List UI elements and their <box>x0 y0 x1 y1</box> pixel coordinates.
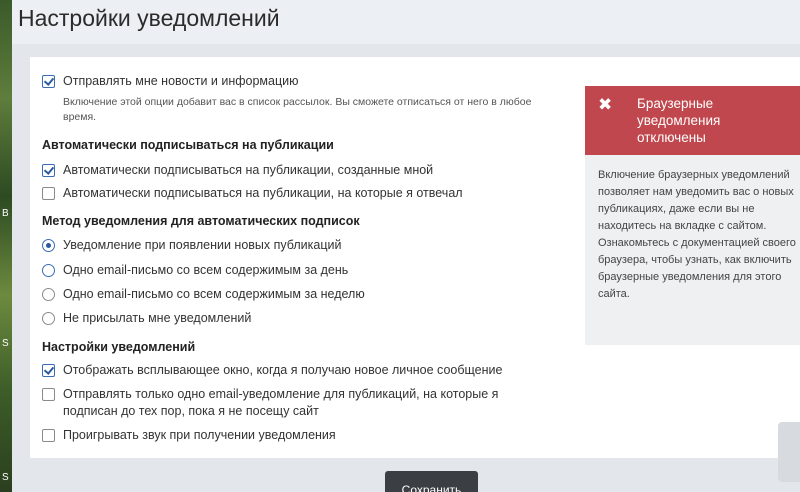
background-fragment: S <box>2 472 9 483</box>
save-button[interactable]: Сохранить <box>385 471 478 492</box>
method-radio-none[interactable] <box>42 312 55 325</box>
alert-body: Включение браузерных уведомлений позволя… <box>585 155 800 345</box>
auto-subscribe-own-row[interactable]: Автоматически подписываться на публикаци… <box>42 162 562 179</box>
auto-subscribe-own-checkbox[interactable] <box>42 164 55 177</box>
alert-title: Браузерные уведомления отключены <box>637 96 721 145</box>
method-option-instant[interactable]: Уведомление при появлении новых публикац… <box>42 237 562 254</box>
background-fragment: B <box>2 208 9 219</box>
auto-subscribe-replied-label: Автоматически подписываться на публикаци… <box>63 186 463 200</box>
play-sound-label: Проигрывать звук при получении уведомлен… <box>63 428 336 442</box>
single-email-checkbox[interactable] <box>42 388 55 401</box>
auto-subscribe-replied-checkbox[interactable] <box>42 187 55 200</box>
popup-message-row[interactable]: Отображать всплывающее окно, когда я пол… <box>42 362 562 379</box>
browser-notifications-alert: ✖ Браузерные уведомления отключены <box>585 86 800 155</box>
scroll-handle[interactable] <box>778 422 800 482</box>
method-option-weekly[interactable]: Одно email-письмо со всем содержимым за … <box>42 286 562 303</box>
method-label-none: Не присылать мне уведомлений <box>63 311 252 325</box>
method-radio-weekly[interactable] <box>42 288 55 301</box>
single-email-row[interactable]: Отправлять только одно email-уведомление… <box>42 386 562 420</box>
background-fragment: S <box>2 338 9 349</box>
popup-message-label: Отображать всплывающее окно, когда я пол… <box>63 363 503 377</box>
play-sound-checkbox[interactable] <box>42 429 55 442</box>
method-title: Метод уведомления для автоматических под… <box>42 214 360 228</box>
auto-subscribe-own-label: Автоматически подписываться на публикаци… <box>63 163 434 177</box>
background-image-strip: B S S <box>0 0 12 492</box>
settings-title: Настройки уведомлений <box>42 340 196 354</box>
page-title: Настройки уведомлений <box>18 5 280 31</box>
alert-text: Включение браузерных уведомлений позволя… <box>598 169 796 300</box>
close-icon: ✖ <box>598 95 613 115</box>
method-radio-instant[interactable] <box>42 239 55 252</box>
method-label-weekly: Одно email-письмо со всем содержимым за … <box>63 287 365 301</box>
method-radio-daily[interactable] <box>42 264 55 277</box>
newsletter-checkbox[interactable] <box>42 75 55 88</box>
method-option-none[interactable]: Не присылать мне уведомлений <box>42 310 562 327</box>
page-header: Настройки уведомлений <box>12 0 800 44</box>
method-label-daily: Одно email-письмо со всем содержимым за … <box>63 263 349 277</box>
method-option-daily[interactable]: Одно email-письмо со всем содержимым за … <box>42 262 562 279</box>
newsletter-label: Отправлять мне новости и информацию <box>63 74 299 88</box>
single-email-label: Отправлять только одно email-уведомление… <box>63 387 499 418</box>
play-sound-row[interactable]: Проигрывать звук при получении уведомлен… <box>42 427 562 444</box>
newsletter-checkbox-row[interactable]: Отправлять мне новости и информацию <box>42 73 562 90</box>
auto-subscribe-title: Автоматически подписываться на публикаци… <box>42 138 334 152</box>
method-label-instant: Уведомление при появлении новых публикац… <box>63 238 342 252</box>
auto-subscribe-replied-row[interactable]: Автоматически подписываться на публикаци… <box>42 185 562 202</box>
popup-message-checkbox[interactable] <box>42 364 55 377</box>
newsletter-hint: Включение этой опции добавит вас в списо… <box>63 96 532 123</box>
